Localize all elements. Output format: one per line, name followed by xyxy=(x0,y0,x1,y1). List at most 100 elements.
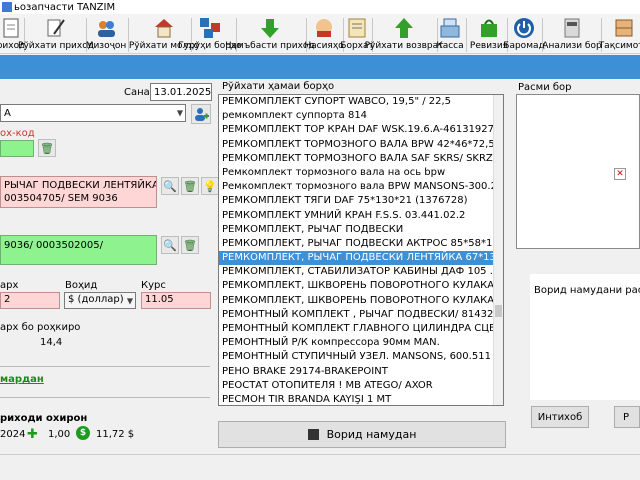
list-item[interactable]: РЕМКОМПЛЕКТ, РЫЧАГ ПОДВЕСКИ АКТРОС 85*58… xyxy=(219,237,503,251)
box-icon xyxy=(561,17,583,39)
list-item[interactable]: РЕМОНТНЫЙ КОМПЛЕКТ , РЫЧАГ ПОДВЕСКИ/ 814… xyxy=(219,308,503,322)
choose-button[interactable]: Интихоб xyxy=(531,406,589,428)
photo-title: Расми бор xyxy=(518,82,572,93)
date-picker[interactable]: 13.01.2025 xyxy=(150,83,212,101)
sample-photo-title: Ворид намудани расми xyxy=(534,285,640,296)
abc-icon xyxy=(199,17,221,39)
list-item[interactable]: РЕМОНТНЫЙ СТУПИЧНЫЙ УЗЕЛ. MANSONS, 600.5… xyxy=(219,350,503,364)
list-item[interactable]: РЕМОНТНЫЙ Р/К компрессора 90мм MAN. xyxy=(219,336,503,350)
rate-input[interactable]: 11.05 xyxy=(141,292,211,309)
item-name-line2: 003504705/ SEM 9036 xyxy=(4,193,118,204)
hand-icon xyxy=(313,17,335,39)
add-user-button[interactable] xyxy=(191,104,211,124)
people-icon xyxy=(95,17,117,39)
plus-icon: ✚ xyxy=(27,427,38,442)
header-band xyxy=(0,55,640,79)
toolbar-button-12[interactable]: Анализи бор xyxy=(542,14,602,54)
main-toolbar: риходРўйхати приходМизоҷонРўйхати молҳоГ… xyxy=(0,14,640,54)
toolbar-label: Тақсимоти xyxy=(598,41,640,51)
shelf-icon xyxy=(613,17,635,39)
list-item[interactable]: РЕМКОМПЛЕКТ ТОРМОЗНОГО ВАЛА BPW 42*46*72… xyxy=(219,138,503,152)
add-user-icon xyxy=(195,108,209,121)
list-title: Рўйхати ҳамаи борҳо xyxy=(222,81,335,92)
list-item[interactable]: РЕМКОМПЛЕКТ, СТАБИЛИЗАТОР КАБИНЫ ДАФ 105… xyxy=(219,265,503,279)
unit-label: Воҳид xyxy=(65,280,98,291)
list-scrollbar[interactable] xyxy=(493,95,503,405)
hint-button[interactable]: 💡 xyxy=(201,177,219,195)
items-list[interactable]: РЕМКОМПЛЕКТ СУПОРТ WABCO, 19,5" / 22,5 ре… xyxy=(218,94,504,406)
last-out-label: арх бо роҳкиро xyxy=(0,322,81,333)
rate-value: 11.05 xyxy=(145,294,174,305)
item-code-line1: 9036/ 0003502005/ xyxy=(4,240,103,251)
arrow-down-icon xyxy=(259,17,281,39)
scroll-thumb[interactable] xyxy=(495,305,502,317)
toolbar-button-2[interactable]: Мизоҷон xyxy=(86,14,126,54)
close-icon[interactable]: ✕ xyxy=(614,168,626,180)
toolbar-button-13[interactable]: Тақсимоти xyxy=(599,14,640,54)
list-item[interactable]: РЕНО BRAKE 29174-BRAKEPOINT xyxy=(219,365,503,379)
arrow-up-icon xyxy=(393,17,415,39)
money-icon: $ xyxy=(76,426,90,440)
delete-code-button[interactable]: 🗑 xyxy=(181,236,199,254)
toolbar-button-5[interactable]: Ҷамъбасти приход xyxy=(225,14,315,54)
chevron-down-icon: ▼ xyxy=(176,108,183,118)
list-item[interactable]: РЕМКОМПЛЕКТ, РЫЧАГ ПОДВЕСКИ ЛЕНТЯЙКА 67*… xyxy=(219,251,503,266)
last-out-value: 14,4 xyxy=(40,337,63,348)
list-item[interactable]: РЕМКОМПЛЕКТ, ШКВОРЕНЬ ПОВОРОТНОГО КУЛАКА… xyxy=(219,279,503,293)
list-item[interactable]: РЕМКОМПЛЕКТ ТОР КРАН DAF WSK.19.6.A-4613… xyxy=(219,123,503,137)
unit-value: $ (доллар) xyxy=(68,294,124,305)
list-item[interactable]: РЕОСТАТ ОТОПИТЕЛЯ ! MB ATEGO/ AXOR xyxy=(219,379,503,393)
shopping-bag-icon xyxy=(478,17,500,39)
toolbar-label: Рўйхати возврат xyxy=(364,41,444,51)
search-icon: 🔍 xyxy=(163,238,177,252)
add-link[interactable]: мардан xyxy=(0,374,44,385)
other-button[interactable]: Р xyxy=(614,406,640,428)
delete-item-button[interactable]: 🗑 xyxy=(181,177,199,195)
chevron-down-icon: ▼ xyxy=(126,296,133,305)
divider xyxy=(0,366,210,367)
unit-select[interactable]: $ (доллар) ▼ xyxy=(64,292,136,309)
list-item[interactable]: РЕСМОН TIR BRANDA KAYIŞI 1 MT xyxy=(219,393,503,405)
trash-icon: 🗑 xyxy=(183,179,197,193)
search-icon: 🔍 xyxy=(163,179,177,193)
toolbar-label: Анализи бор xyxy=(542,41,602,51)
toolbar-button-6[interactable]: Насияҳо xyxy=(304,14,344,54)
toolbar-label: Насияҳо xyxy=(304,41,344,51)
list-item[interactable]: РЕМКОМПЛЕКТ, РЫЧАГ ПОДВЕСКИ xyxy=(219,223,503,237)
toolbar-label: Рўйхати приход xyxy=(18,41,94,51)
toolbar-button-10[interactable]: Ревизия xyxy=(470,14,508,54)
date-value: 13.01.2025 xyxy=(154,87,212,98)
item-name-line1: РЫЧАГ ПОДВЕСКИ ЛЕНТЯЙКА xyxy=(4,180,157,191)
house-icon xyxy=(153,17,175,39)
search-code-button[interactable]: 🔍 xyxy=(161,236,179,254)
toolbar-button-1[interactable]: Рўйхати приход xyxy=(18,14,94,54)
list-item[interactable]: РЕМКОМПЛЕКТ ТОРМОЗНОГО ВАЛА SAF SKRS/ SK… xyxy=(219,152,503,166)
list-item[interactable]: РЕМКОМПЛЕКТ ТЯГИ DAF 75*130*21 (1376728) xyxy=(219,194,503,208)
clear-barcode-button[interactable]: 🗑 xyxy=(38,139,56,157)
enter-sample-label: Ворид намудан xyxy=(326,428,417,441)
list-item[interactable]: Ремкомплект тормозного вала на ось bpw xyxy=(219,166,503,180)
scroll-icon xyxy=(346,17,368,39)
search-item-button[interactable]: 🔍 xyxy=(161,177,179,195)
toolbar-button-8[interactable]: Рўйхати возврат xyxy=(365,14,443,54)
power-icon xyxy=(513,17,535,39)
list-item[interactable]: РЕМКОМПЛЕКТ УМНИЙ КРАН F.S.S. 03.441.02.… xyxy=(219,209,503,223)
list-item[interactable]: ремкомплект суппорта 814 xyxy=(219,109,503,123)
pen-icon xyxy=(45,17,67,39)
window-title: ьозапчасти TANZIM xyxy=(14,1,116,13)
toolbar-button-9[interactable]: Касса xyxy=(436,14,464,54)
enter-sample-button[interactable]: Ворид намудан xyxy=(218,421,506,448)
item-name-field[interactable]: РЫЧАГ ПОДВЕСКИ ЛЕНТЯЙКА 003504705/ SEM 9… xyxy=(0,176,157,208)
trash-icon: 🗑 xyxy=(40,141,54,155)
price-input[interactable]: 2 xyxy=(0,292,60,309)
item-code-field[interactable]: 9036/ 0003502005/ xyxy=(0,235,157,265)
toolbar-button-11[interactable]: Баромад xyxy=(503,14,545,54)
customer-select[interactable]: A ▼ xyxy=(0,104,186,122)
customer-value: A xyxy=(4,108,11,119)
list-item[interactable]: РЕМКОМПЛЕКТ СУПОРТ WABCO, 19,5" / 22,5 xyxy=(219,95,503,109)
toolbar-label: Баромад xyxy=(503,41,545,51)
list-item[interactable]: Ремкомплект тормозного вала BPW MANSONS-… xyxy=(219,180,503,194)
barcode-input[interactable] xyxy=(0,140,34,157)
list-item[interactable]: РЕМОНТНЫЙ КОМПЛЕКТ ГЛАВНОГО ЦИЛИНДРА СЦЕ… xyxy=(219,322,503,336)
list-item[interactable]: РЕМКОМПЛЕКТ, ШКВОРЕНЬ ПОВОРОТНОГО КУЛАКА… xyxy=(219,294,503,308)
